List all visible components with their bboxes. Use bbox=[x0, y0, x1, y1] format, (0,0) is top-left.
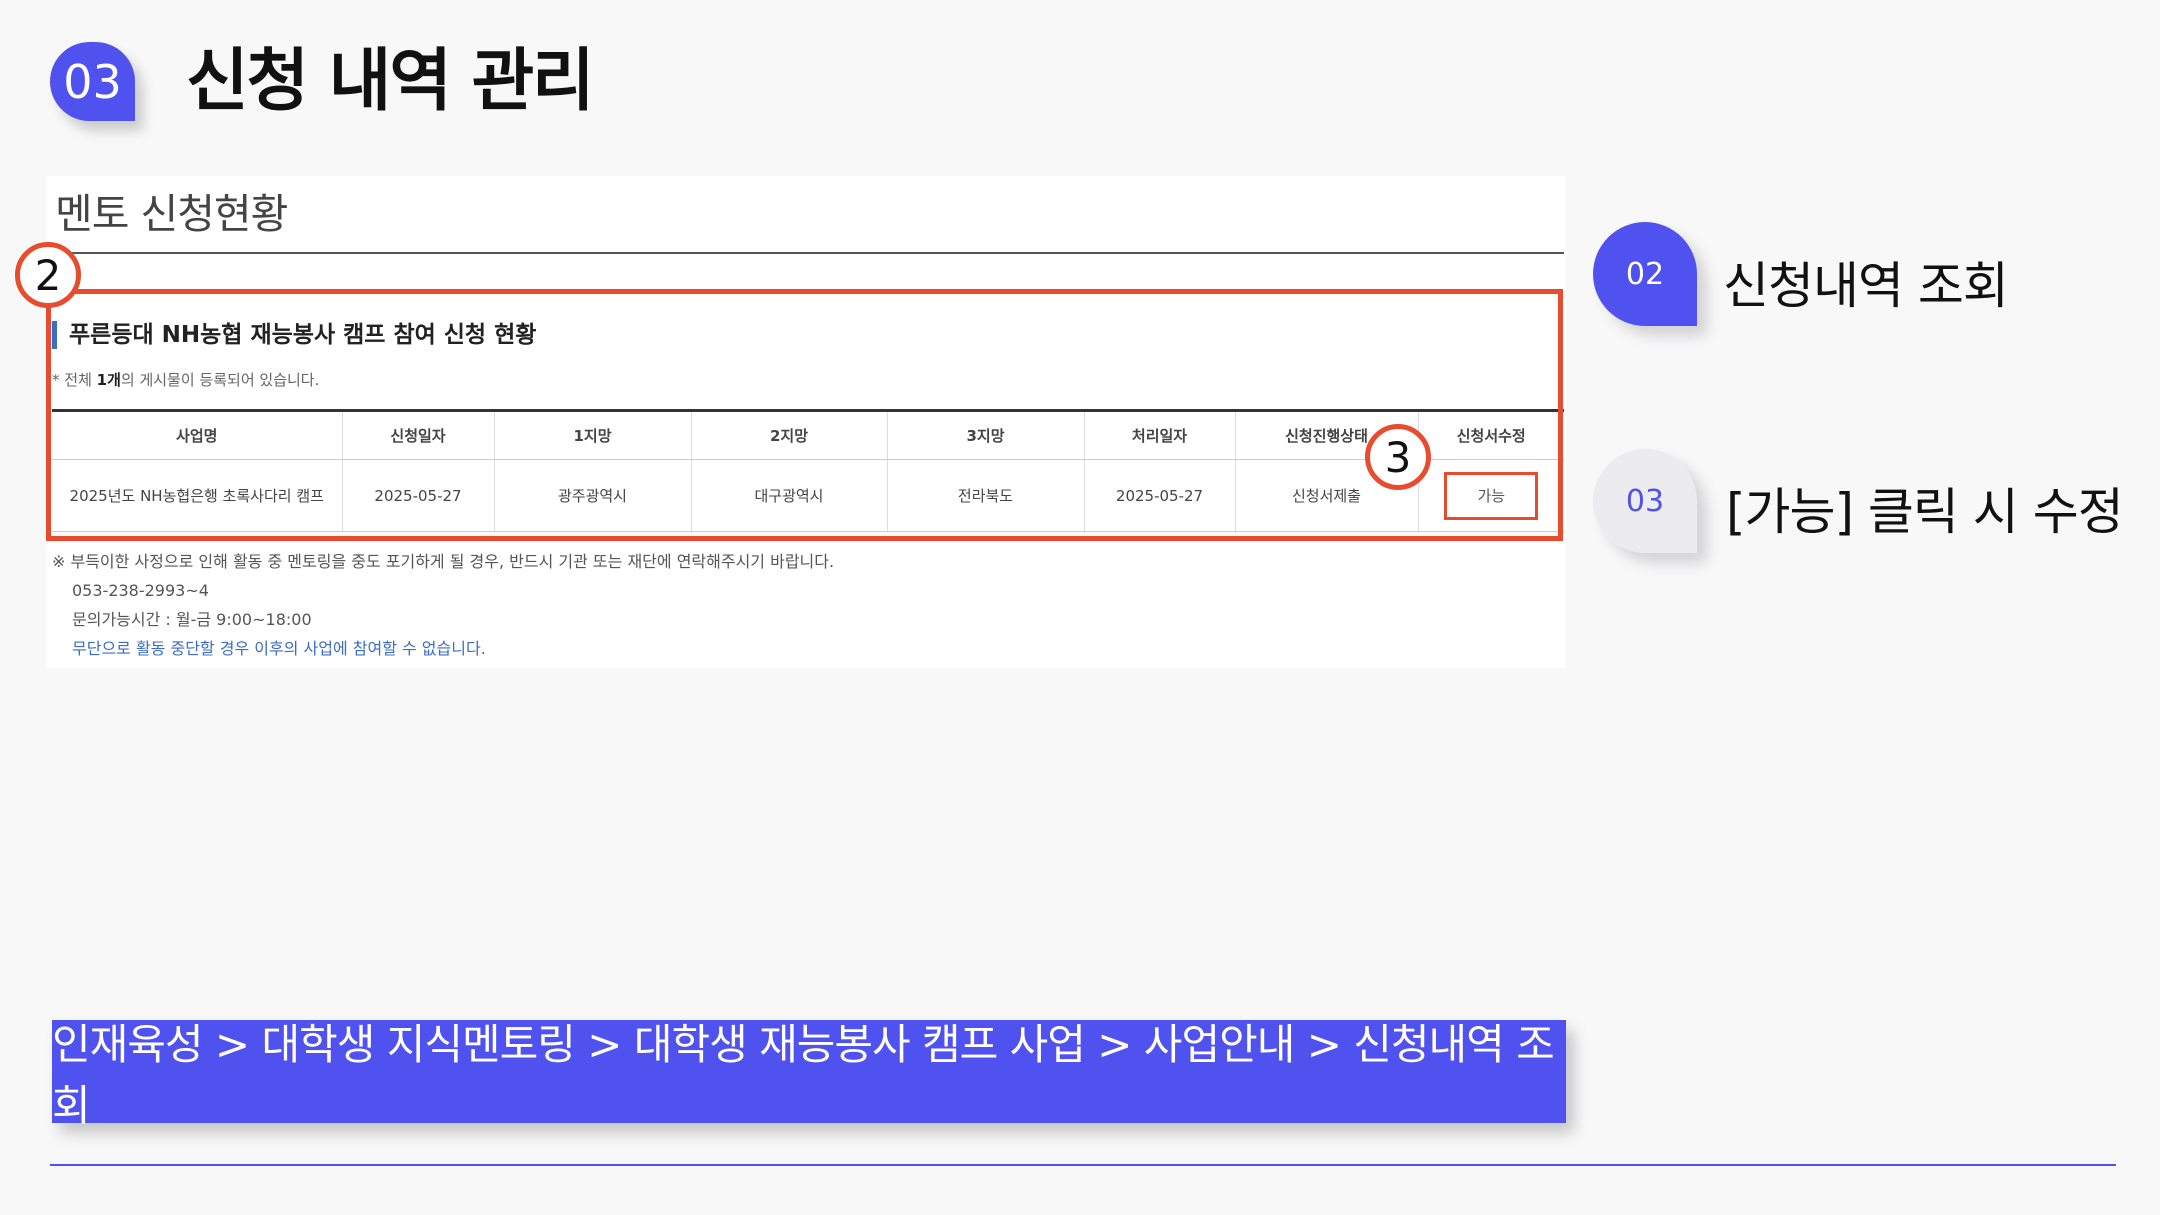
bottom-divider bbox=[50, 1164, 2116, 1166]
contact-hours: 문의가능시간 : 월-금 9:00~18:00 bbox=[72, 610, 312, 629]
title-divider bbox=[52, 252, 1564, 254]
warning-text: 무단으로 활동 중단할 경우 이후의 사업에 참여할 수 없습니다. bbox=[72, 639, 486, 658]
step-label-02: 신청내역 조회 bbox=[1723, 257, 2009, 315]
step-marker-2: 2 bbox=[15, 242, 81, 308]
step-label-03: [가능] 클릭 시 수정 bbox=[1726, 483, 2124, 541]
step-marker-3: 3 bbox=[1365, 424, 1431, 490]
contact-phone: 053-238-2993~4 bbox=[72, 581, 209, 600]
section-number-badge: 03 bbox=[50, 42, 135, 121]
step-badge-02: 02 bbox=[1593, 222, 1697, 326]
page-title: 신청 내역 관리 bbox=[186, 42, 595, 121]
mentor-status-title: 멘토 신청현황 bbox=[55, 190, 288, 238]
notice-text: ※ 부득이한 사정으로 인해 활동 중 멘토링을 중도 포기하게 될 경우, 반… bbox=[52, 552, 835, 571]
notice-block: ※ 부득이한 사정으로 인해 활동 중 멘토링을 중도 포기하게 될 경우, 반… bbox=[52, 547, 834, 663]
breadcrumb: 인재육성 > 대학생 지식멘토링 > 대학생 재능봉사 캠프 사업 > 사업안내… bbox=[52, 1020, 1566, 1130]
step-badge-03: 03 bbox=[1593, 449, 1697, 553]
screenshot-panel: 멘토 신청현황 푸른등대 NH농협 재능봉사 캠프 참여 신청 현황 * 전체 … bbox=[15, 176, 1566, 668]
highlight-box bbox=[46, 289, 1563, 541]
